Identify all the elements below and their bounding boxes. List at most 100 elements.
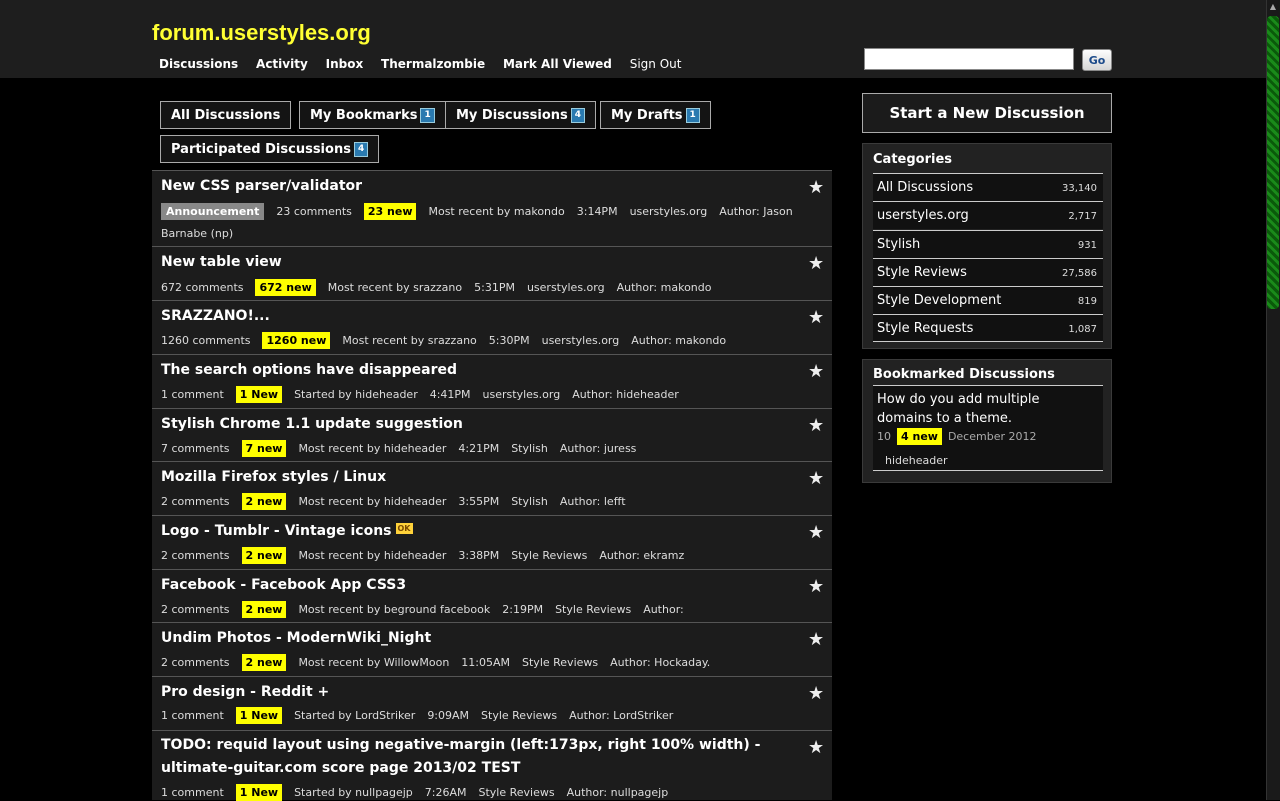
discussion-row[interactable]: Pro design - Reddit + ★ 1 comment 1 New St… [152,676,832,730]
tab-my-bookmarks[interactable]: My Bookmarks 1 [299,101,446,129]
category-item[interactable]: Style Reviews 27,586 [873,258,1103,286]
nav-mark-all-viewed[interactable]: Mark All Viewed [503,57,612,71]
author[interactable]: Author: lefft [560,495,626,508]
category-link[interactable]: Style Reviews [478,786,554,799]
bookmark-star-icon[interactable]: ★ [808,629,824,650]
category-link[interactable]: Style Reviews [511,549,587,562]
bookmark-star-icon[interactable]: ★ [808,361,824,382]
new-badge[interactable]: 7 new [241,440,287,457]
category-link[interactable]: Style Reviews [555,603,631,616]
category-link[interactable]: userstyles.org [527,281,605,294]
tab-participated[interactable]: Participated Discussions 4 [160,135,380,163]
bookmark-item[interactable]: How do you add multiple domains to a the… [873,385,1103,471]
category-item[interactable]: All Discussions 33,140 [873,173,1103,201]
site-title[interactable]: forum.userstyles.org [152,20,371,46]
new-badge[interactable]: 23 new [363,203,417,220]
bookmark-star-icon[interactable]: ★ [808,415,824,436]
last-activity[interactable]: Most recent by beground facebook [298,603,490,616]
bookmark-star-icon[interactable]: ★ [808,522,824,543]
last-activity[interactable]: Started by hideheader [294,388,418,401]
discussion-title[interactable]: Stylish Chrome 1.1 update suggestion [161,416,463,432]
discussion-row[interactable]: The search options have disappeared ★ 1 … [152,354,832,408]
new-badge[interactable]: 1 New [235,784,283,801]
bookmark-user[interactable]: hideheader [885,454,948,467]
last-activity[interactable]: Most recent by hideheader [298,495,446,508]
discussion-title[interactable]: Mozilla Firefox styles / Linux [161,469,386,485]
last-activity[interactable]: Most recent by hideheader [298,442,446,455]
discussion-row[interactable]: Logo - Tumblr - Vintage icons OK ★ 2 comm… [152,515,832,569]
author[interactable]: Author: hideheader [572,388,679,401]
new-badge[interactable]: 1260 new [262,332,331,349]
author[interactable]: Author: ekramz [599,549,684,562]
last-activity[interactable]: Started by nullpagejp [294,786,413,799]
last-activity[interactable]: Most recent by WillowMoon [298,656,449,669]
new-badge[interactable]: 1 New [235,707,283,724]
nav-activity[interactable]: Activity [256,57,308,71]
scroll-thumb[interactable] [1267,16,1279,309]
discussion-title[interactable]: New CSS parser/validator [161,178,362,194]
tab-my-discussions[interactable]: My Discussions 4 [445,101,597,129]
discussion-row[interactable]: Undim Photos - ModernWiki_Night ★ 2 comm… [152,622,832,676]
new-badge[interactable]: 672 new [255,279,316,296]
discussion-title[interactable]: Pro design - Reddit + [161,684,329,700]
author[interactable]: Author: makondo [617,281,712,294]
bookmark-star-icon[interactable]: ★ [808,253,824,274]
nav-inbox[interactable]: Inbox [326,57,364,71]
last-activity[interactable]: Most recent by makondo [428,205,564,218]
nav-profile[interactable]: Thermalzombie [381,57,485,71]
tab-my-drafts[interactable]: My Drafts 1 [600,101,711,129]
author[interactable]: Author: Jason [719,205,792,218]
nav-sign-out[interactable]: Sign Out [630,57,682,71]
category-link[interactable]: userstyles.org [630,205,708,218]
new-badge[interactable]: 2 new [241,654,287,671]
last-activity[interactable]: Most recent by srazzano [342,334,476,347]
discussion-row[interactable]: Stylish Chrome 1.1 update suggestion ★ 7… [152,408,832,461]
bookmark-star-icon[interactable]: ★ [808,307,824,328]
category-link[interactable]: Style Reviews [522,656,598,669]
search-input[interactable] [864,48,1074,70]
category-item[interactable]: Stylish 931 [873,230,1103,258]
go-button[interactable]: Go [1082,49,1112,71]
new-badge[interactable]: 2 new [241,493,287,510]
bookmark-star-icon[interactable]: ★ [808,177,824,198]
nav-discussions[interactable]: Discussions [159,57,238,71]
new-badge[interactable]: 2 new [241,601,287,618]
category-link[interactable]: Stylish [511,495,548,508]
bookmark-title[interactable]: How do you add multiple domains to a the… [877,390,1099,428]
discussion-title[interactable]: TODO: requid layout using negative-margi… [161,734,771,780]
discussion-row[interactable]: Mozilla Firefox styles / Linux ★ 2 comme… [152,461,832,515]
new-badge[interactable]: 4 new [897,428,942,445]
discussion-row[interactable]: New CSS parser/validator ★ Announcement 2… [152,170,832,246]
bookmark-star-icon[interactable]: ★ [808,468,824,489]
author[interactable]: Author: [643,603,684,616]
bookmark-star-icon[interactable]: ★ [808,737,824,758]
author[interactable]: Author: LordStriker [569,709,673,722]
author[interactable]: Author: Hockaday. [610,656,710,669]
category-link[interactable]: Stylish [511,442,548,455]
author[interactable]: Author: makondo [631,334,726,347]
last-activity[interactable]: Most recent by srazzano [328,281,462,294]
author[interactable]: Author: nullpagejp [567,786,669,799]
discussion-row[interactable]: TODO: requid layout using negative-margi… [152,730,832,801]
discussion-title[interactable]: New table view [161,254,282,270]
category-link[interactable]: userstyles.org [542,334,620,347]
author[interactable]: Author: juress [560,442,637,455]
discussion-row[interactable]: Facebook - Facebook App CSS3 ★ 2 comment… [152,569,832,622]
last-activity[interactable]: Most recent by hideheader [298,549,446,562]
category-item[interactable]: Style Requests 1,087 [873,314,1103,342]
tab-all-discussions[interactable]: All Discussions [160,101,292,129]
discussion-title[interactable]: Logo - Tumblr - Vintage icons [161,523,392,539]
category-link[interactable]: userstyles.org [483,388,561,401]
last-activity[interactable]: Started by LordStriker [294,709,415,722]
scroll-up-arrow-icon[interactable]: ▲ [1267,1,1279,13]
discussion-title[interactable]: Undim Photos - ModernWiki_Night [161,630,431,646]
category-item[interactable]: userstyles.org 2,717 [873,201,1103,229]
new-badge[interactable]: 1 New [235,386,283,403]
discussion-title[interactable]: The search options have disappeared [161,362,457,378]
category-link[interactable]: Style Reviews [481,709,557,722]
bookmark-star-icon[interactable]: ★ [808,576,824,597]
discussion-row[interactable]: SRAZZANO!... ★ 1260 comments 1260 new Most… [152,300,832,354]
start-new-discussion-button[interactable]: Start a New Discussion [862,93,1112,133]
category-item[interactable]: Style Development 819 [873,286,1103,314]
bookmark-star-icon[interactable]: ★ [808,683,824,704]
